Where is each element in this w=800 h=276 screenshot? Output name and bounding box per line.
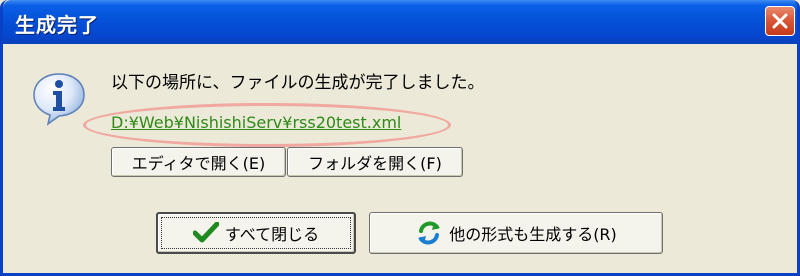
open-folder-button[interactable]: フォルダを開く(F) (287, 147, 463, 177)
close-button[interactable] (765, 6, 795, 36)
open-in-editor-button[interactable]: エディタで開く(E) (111, 147, 286, 177)
file-path-link[interactable]: D:¥Web¥NishishiServ¥rss20test.xml (111, 113, 401, 132)
open-folder-label: フォルダを開く(F) (308, 154, 442, 173)
generate-other-formats-button[interactable]: 他の形式も生成する(R) (369, 212, 663, 254)
info-icon (33, 73, 85, 126)
dialog-window: 生成完了 以下の場所に、ファイルの生成が完了しました。 D:¥Web¥Nishi… (0, 0, 800, 276)
close-all-label: すべて閉じる (224, 225, 320, 244)
open-in-editor-label: エディタで開く(E) (131, 154, 266, 173)
close-icon (772, 13, 788, 29)
completion-message: 以下の場所に、ファイルの生成が完了しました。 (111, 73, 485, 93)
refresh-icon (415, 219, 443, 247)
generate-other-formats-label: 他の形式も生成する(R) (449, 225, 617, 244)
window-title: 生成完了 (15, 13, 99, 37)
title-bar[interactable]: 生成完了 (3, 0, 797, 44)
close-all-button[interactable]: すべて閉じる (156, 212, 356, 254)
